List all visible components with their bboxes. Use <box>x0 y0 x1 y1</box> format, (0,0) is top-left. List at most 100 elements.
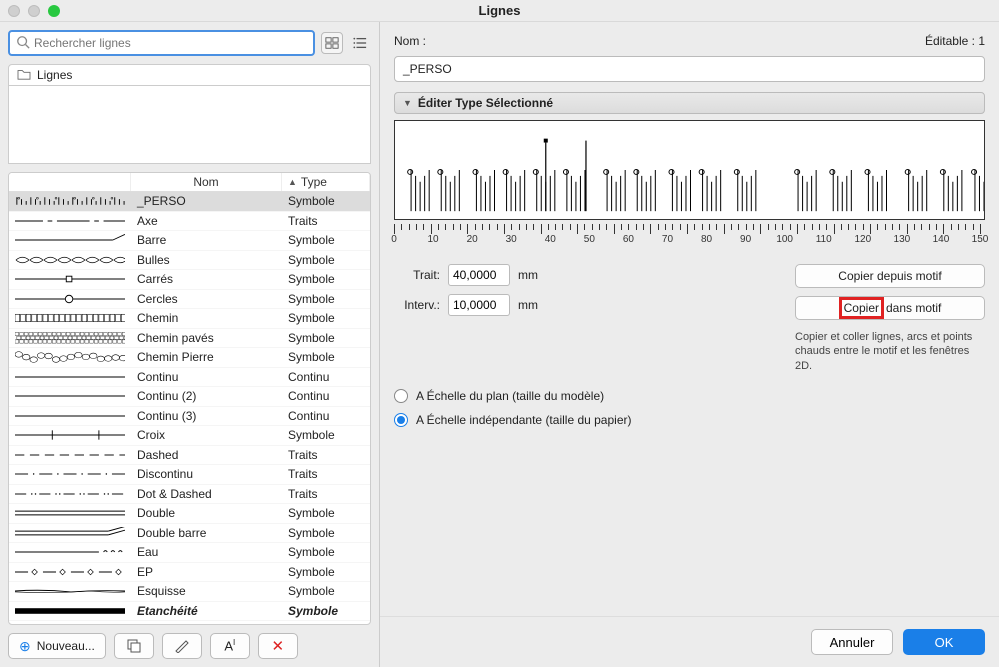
col-preview[interactable] <box>9 173 131 191</box>
table-row[interactable]: Discontinu Traits <box>9 465 370 485</box>
line-name: Axe <box>131 214 282 228</box>
col-nom[interactable]: Nom <box>131 173 282 191</box>
breadcrumb-label: Lignes <box>37 68 72 82</box>
table-row[interactable]: Croix Symbole <box>9 426 370 446</box>
trait-input[interactable] <box>448 264 510 286</box>
tree-view-button[interactable] <box>321 32 343 54</box>
table-row[interactable]: Continu Continu <box>9 368 370 388</box>
copy-from-pattern-button[interactable]: Copier depuis motif <box>795 264 985 288</box>
search-input[interactable] <box>34 36 307 50</box>
delete-button[interactable]: ✕ <box>258 633 298 659</box>
table-row[interactable]: Esquisse Symbole <box>9 582 370 602</box>
line-preview <box>9 270 131 289</box>
ruler-label: 0 <box>391 234 397 245</box>
rename-button[interactable]: AI <box>210 633 250 659</box>
new-button[interactable]: ⊕ Nouveau... <box>8 633 106 659</box>
section-header[interactable]: ▼ Éditer Type Sélectionné <box>394 92 985 114</box>
line-preview <box>9 465 131 484</box>
ruler-label: 70 <box>662 234 673 245</box>
sort-asc-icon: ▲ <box>288 177 297 187</box>
delete-icon: ✕ <box>271 637 284 655</box>
window-title: Lignes <box>0 3 999 18</box>
table-row[interactable]: Chemin pavés Symbole <box>9 329 370 349</box>
line-preview <box>9 348 131 367</box>
table-row[interactable]: Axe Traits <box>9 212 370 232</box>
line-preview <box>9 407 131 426</box>
table-row[interactable]: Continu (2) Continu <box>9 387 370 407</box>
copy-to-pattern-button[interactable]: Copier dans motif <box>795 296 985 320</box>
line-type: Symbole <box>282 194 370 208</box>
table-row[interactable]: Cercles Symbole <box>9 290 370 310</box>
line-preview <box>9 212 131 231</box>
table-row[interactable]: Eau Symbole <box>9 543 370 563</box>
name-input[interactable]: _PERSO <box>394 56 985 82</box>
breadcrumb[interactable]: Lignes <box>8 64 371 86</box>
line-name: Bulles <box>131 253 282 267</box>
line-preview <box>9 290 131 309</box>
list-view-button[interactable] <box>349 32 371 54</box>
ok-button[interactable]: OK <box>903 629 985 655</box>
table-row[interactable]: Continu (3) Continu <box>9 407 370 427</box>
ruler-label: 100 <box>776 234 793 245</box>
ruler-label: 40 <box>545 234 556 245</box>
line-name: _PERSO <box>131 194 282 208</box>
line-preview <box>9 309 131 328</box>
line-type: Symbole <box>282 253 370 267</box>
table-row[interactable]: Bulles Symbole <box>9 251 370 271</box>
highlighted-copier: Copier <box>839 297 884 319</box>
line-type: Symbole <box>282 506 370 520</box>
line-preview <box>9 387 131 406</box>
folder-tree-body[interactable] <box>8 86 371 164</box>
line-type: Symbole <box>282 428 370 442</box>
table-row[interactable]: Chemin Pierre Symbole <box>9 348 370 368</box>
table-row[interactable]: EP Symbole <box>9 563 370 583</box>
table-row[interactable]: Double barre Symbole <box>9 524 370 544</box>
name-label: Nom : <box>394 34 426 48</box>
line-type: Symbole <box>282 272 370 286</box>
table-row[interactable]: Double Symbole <box>9 504 370 524</box>
line-name: Double <box>131 506 282 520</box>
line-name: EP <box>131 565 282 579</box>
table-row[interactable]: Dot & Dashed Traits <box>9 485 370 505</box>
pattern-preview-canvas[interactable] <box>394 120 985 220</box>
line-preview <box>9 563 131 582</box>
ruler-label: 20 <box>467 234 478 245</box>
interv-label: Interv.: <box>394 298 440 312</box>
edit-button[interactable] <box>162 633 202 659</box>
line-name: Double barre <box>131 526 282 540</box>
line-name: Chemin <box>131 311 282 325</box>
line-preview <box>9 329 131 348</box>
table-row[interactable]: Etanchéité Symbole <box>9 602 370 622</box>
line-preview <box>9 231 131 250</box>
search-icon <box>16 35 30 52</box>
line-name: Esquisse <box>131 584 282 598</box>
table-row[interactable]: Dashed Traits <box>9 446 370 466</box>
cancel-button[interactable]: Annuler <box>811 629 893 655</box>
line-preview <box>9 504 131 523</box>
line-type: Symbole <box>282 584 370 598</box>
line-type: Traits <box>282 467 370 481</box>
editable-label: Éditable : 1 <box>925 34 985 48</box>
disclosure-triangle-icon: ▼ <box>403 98 412 108</box>
scale-plan-radio[interactable]: A Échelle du plan (taille du modèle) <box>394 389 985 403</box>
col-type[interactable]: ▲Type <box>282 173 370 191</box>
line-name: Chemin Pierre <box>131 350 282 364</box>
table-row[interactable]: _PERSO Symbole <box>9 192 370 212</box>
interv-input[interactable] <box>448 294 510 316</box>
search-input-wrapper[interactable] <box>8 30 315 56</box>
duplicate-button[interactable] <box>114 633 154 659</box>
line-preview <box>9 602 131 621</box>
ruler-label: 80 <box>701 234 712 245</box>
line-name: Dashed <box>131 448 282 462</box>
table-row[interactable]: Barre Symbole <box>9 231 370 251</box>
ruler-label: 150 <box>972 234 989 245</box>
right-panel: Nom : Éditable : 1 _PERSO ▼ Éditer Type … <box>380 22 999 667</box>
table-row[interactable]: Carrés Symbole <box>9 270 370 290</box>
table-row[interactable]: Chemin Symbole <box>9 309 370 329</box>
line-name: Chemin pavés <box>131 331 282 345</box>
line-preview <box>9 485 131 504</box>
line-name: Dot & Dashed <box>131 487 282 501</box>
scale-independent-radio[interactable]: A Échelle indépendante (taille du papier… <box>394 413 985 427</box>
window-titlebar: Lignes <box>0 0 999 22</box>
line-name: Continu (3) <box>131 409 282 423</box>
